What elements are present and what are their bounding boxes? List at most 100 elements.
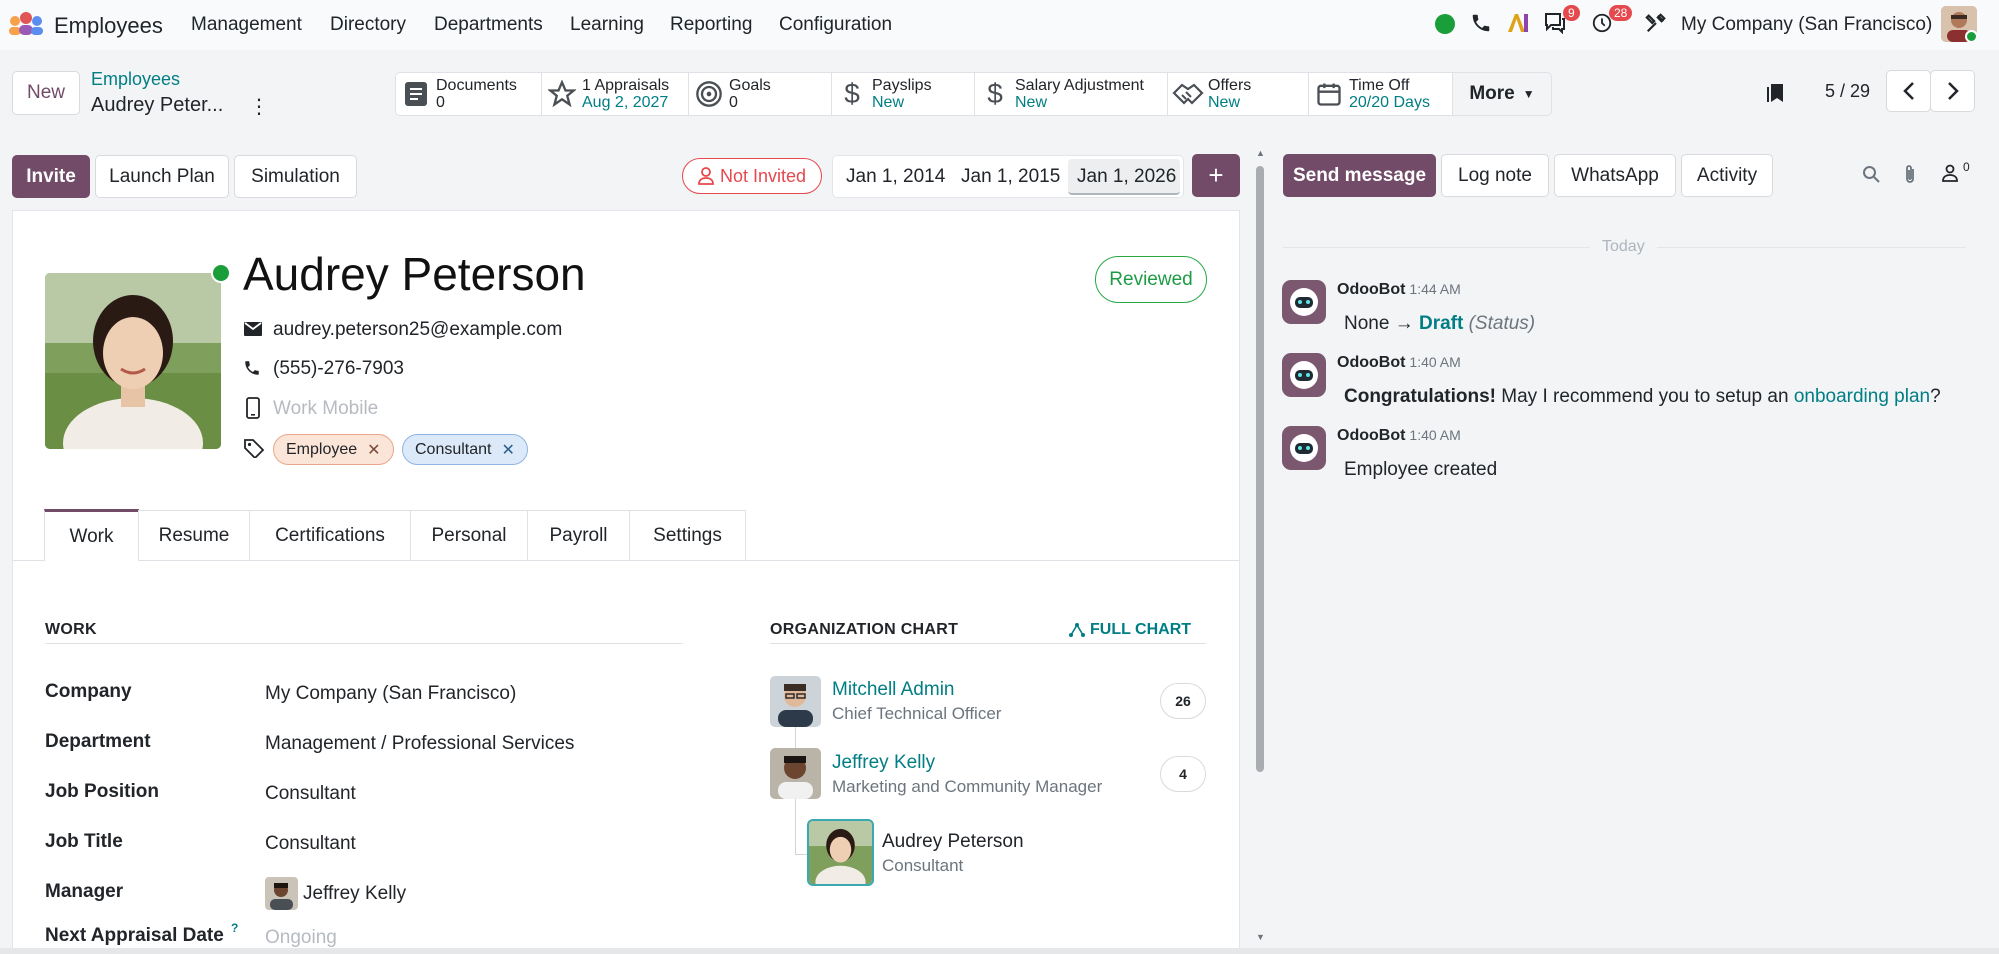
tab-payroll[interactable]: Payroll xyxy=(527,510,630,560)
breadcrumb-parent[interactable]: Employees xyxy=(91,69,180,90)
menu-configuration[interactable]: Configuration xyxy=(779,14,892,36)
department-field[interactable]: Management / Professional Services xyxy=(265,733,574,755)
menu-reporting[interactable]: Reporting xyxy=(670,14,752,36)
presence-status-icon[interactable] xyxy=(1435,14,1455,34)
search-icon[interactable] xyxy=(1862,165,1880,188)
odoobot-avatar[interactable] xyxy=(1282,353,1326,397)
tag-employee[interactable]: Employee ✕ xyxy=(273,434,394,465)
add-contract-button[interactable]: + xyxy=(1192,154,1240,197)
employees-app-icon[interactable] xyxy=(6,11,46,44)
audrey-peterson-avatar xyxy=(807,819,874,886)
job-title-field[interactable]: Consultant xyxy=(265,833,356,855)
employee-photo[interactable] xyxy=(45,273,221,449)
send-message-button[interactable]: Send message xyxy=(1283,154,1436,197)
org-connector xyxy=(795,790,796,854)
star-icon xyxy=(542,80,582,108)
company-field[interactable]: My Company (San Francisco) xyxy=(265,683,516,705)
handshake-icon xyxy=(1168,81,1208,107)
launch-plan-button[interactable]: Launch Plan xyxy=(95,155,229,198)
org-self-job: Consultant xyxy=(882,856,964,875)
org-manager-name[interactable]: Mitchell Admin xyxy=(832,679,955,701)
menu-departments[interactable]: Departments xyxy=(434,14,543,36)
user-icon xyxy=(698,167,714,185)
message-author[interactable]: OdooBot 1:44 AM xyxy=(1337,281,1461,299)
jeffrey-kelly-avatar[interactable] xyxy=(770,748,821,799)
bottom-scrollbar[interactable] xyxy=(0,948,1999,954)
work-mobile-input[interactable]: Work Mobile xyxy=(273,398,378,420)
timeline-date-3[interactable]: Jan 1, 2026 xyxy=(1077,166,1176,188)
company-switcher[interactable]: My Company (San Francisco) xyxy=(1681,14,1932,36)
work-phone-field[interactable]: (555)-276-7903 xyxy=(273,358,404,380)
time-off-smart-button[interactable]: Time Off 20/20 Days xyxy=(1308,72,1453,116)
full-chart-link[interactable]: FULL CHART xyxy=(1068,621,1191,639)
offers-smart-button[interactable]: Offers New xyxy=(1167,72,1309,116)
employee-name[interactable]: Audrey Peterson xyxy=(243,247,586,301)
timeline-date-2[interactable]: Jan 1, 2015 xyxy=(961,166,1060,188)
day-separator-label: Today xyxy=(1590,238,1657,256)
invite-button[interactable]: Invite xyxy=(12,155,90,198)
org-heading-rule xyxy=(770,643,1206,644)
menu-management[interactable]: Management xyxy=(191,14,302,36)
subordinates-count-badge[interactable]: 26 xyxy=(1160,683,1206,719)
odoobot-avatar[interactable] xyxy=(1282,280,1326,324)
subordinates-count-badge[interactable]: 4 xyxy=(1160,756,1206,792)
tab-personal[interactable]: Personal xyxy=(410,510,528,560)
scrollbar-thumb[interactable] xyxy=(1256,166,1264,772)
salary-adjustment-smart-button[interactable]: $ Salary Adjustment New xyxy=(974,72,1168,116)
tab-work[interactable]: Work xyxy=(44,509,139,561)
pager-value[interactable]: 5 / 29 xyxy=(1825,81,1870,102)
whatsapp-button[interactable]: WhatsApp xyxy=(1554,154,1676,197)
tag-consultant[interactable]: Consultant ✕ xyxy=(402,434,528,465)
documents-smart-button[interactable]: Documents 0 xyxy=(395,72,542,116)
next-appraisal-field[interactable]: Ongoing xyxy=(265,927,337,949)
dollar-icon: $ xyxy=(844,78,860,109)
hierarchy-icon xyxy=(1069,623,1085,637)
goals-smart-button[interactable]: Goals 0 xyxy=(688,72,832,116)
appraisals-smart-button[interactable]: 1 Appraisals Aug 2, 2027 xyxy=(541,72,689,116)
message-body: Employee created xyxy=(1344,459,1498,480)
kebab-menu-icon[interactable]: ⋮ xyxy=(249,94,269,119)
phone-icon[interactable] xyxy=(1470,12,1492,39)
remove-tag-icon[interactable]: ✕ xyxy=(367,440,380,460)
org-parent-name[interactable]: Jeffrey Kelly xyxy=(832,752,935,774)
email-field[interactable]: audrey.peterson25@example.com xyxy=(273,319,562,341)
followers-icon[interactable] xyxy=(1941,164,1959,187)
onboarding-plan-link[interactable]: onboarding plan xyxy=(1794,386,1930,407)
breadcrumb-current: Audrey Peter... xyxy=(91,94,224,116)
app-name[interactable]: Employees xyxy=(54,13,163,39)
message-author[interactable]: OdooBot 1:40 AM xyxy=(1337,354,1461,372)
form-scrollbar[interactable]: ▲ ▼ xyxy=(1252,148,1266,954)
tab-settings[interactable]: Settings xyxy=(629,510,746,560)
followers-count: 0 xyxy=(1963,160,1970,174)
tools-icon[interactable] xyxy=(1645,12,1667,39)
tabs-divider xyxy=(12,560,1240,561)
help-tooltip-icon[interactable]: ? xyxy=(231,921,238,935)
job-position-field[interactable]: Consultant xyxy=(265,783,356,805)
payslips-smart-button[interactable]: $ Payslips New xyxy=(831,72,975,116)
target-icon xyxy=(689,80,729,108)
manager-field[interactable]: Jeffrey Kelly xyxy=(303,883,406,905)
paperclip-icon[interactable] xyxy=(1902,163,1918,190)
timeline-date-1[interactable]: Jan 1, 2014 xyxy=(846,166,945,188)
tab-certifications[interactable]: Certifications xyxy=(249,510,411,560)
more-smart-button[interactable]: More ▼ xyxy=(1452,72,1552,116)
bookmark-icon[interactable] xyxy=(1766,82,1786,109)
simulation-button[interactable]: Simulation xyxy=(234,155,357,198)
log-note-button[interactable]: Log note xyxy=(1441,154,1549,197)
status-reviewed-badge[interactable]: Reviewed xyxy=(1095,256,1207,303)
new-button[interactable]: New xyxy=(12,71,80,115)
menu-learning[interactable]: Learning xyxy=(570,14,644,36)
odoobot-avatar[interactable] xyxy=(1282,426,1326,470)
pager-previous-button[interactable] xyxy=(1886,70,1931,112)
remove-tag-icon[interactable]: ✕ xyxy=(502,440,515,460)
activity-button[interactable]: Activity xyxy=(1681,154,1773,197)
ai-icon[interactable] xyxy=(1506,12,1530,39)
employee-online-dot xyxy=(211,263,231,283)
tab-resume[interactable]: Resume xyxy=(138,510,250,560)
org-chart-heading: ORGANIZATION CHART xyxy=(770,621,959,638)
menu-directory[interactable]: Directory xyxy=(330,14,406,36)
mitchell-admin-avatar[interactable] xyxy=(770,676,821,727)
caret-down-icon: ▼ xyxy=(1522,87,1535,101)
message-author[interactable]: OdooBot 1:40 AM xyxy=(1337,427,1461,445)
pager-next-button[interactable] xyxy=(1930,70,1975,112)
